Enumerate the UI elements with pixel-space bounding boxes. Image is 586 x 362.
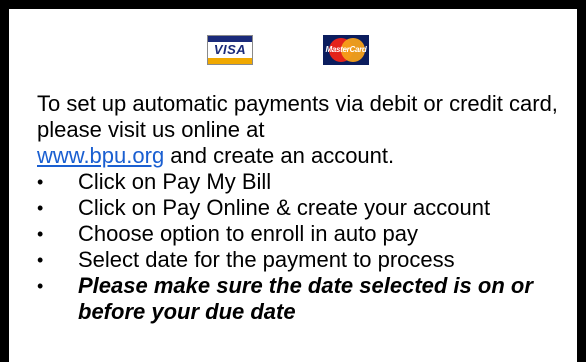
bullet-icon: •: [37, 276, 44, 296]
card-logos: VISA MasterCard: [199, 29, 399, 69]
step-text: Click on Pay Online & create your accoun…: [78, 195, 491, 220]
visa-logo: VISA: [207, 35, 253, 65]
steps-list: • Click on Pay My Bill • Click on Pay On…: [37, 169, 582, 325]
bullet-icon: •: [37, 198, 44, 218]
list-item: • Choose option to enroll in auto pay: [37, 221, 582, 247]
bpu-website-link[interactable]: www.bpu.org: [37, 143, 164, 168]
mastercard-logo: MasterCard: [323, 35, 369, 65]
bullet-icon: •: [37, 250, 44, 270]
due-date-warning: Please make sure the date selected is on…: [78, 273, 533, 324]
visa-bottom-band: [208, 58, 252, 64]
visa-logo-text: VISA: [213, 42, 247, 57]
step-text: Select date for the payment to process: [78, 247, 455, 272]
list-item: • Click on Pay My Bill: [37, 169, 582, 195]
list-item: • Select date for the payment to process: [37, 247, 582, 273]
notice-content: To set up automatic payments via debit o…: [37, 91, 582, 325]
step-text: Click on Pay My Bill: [78, 169, 272, 194]
intro-text: To set up automatic payments via debit o…: [37, 91, 558, 142]
step-text: Choose option to enroll in auto pay: [78, 221, 419, 246]
bullet-icon: •: [37, 224, 44, 244]
intro-text-end: and create an account.: [164, 143, 395, 168]
intro-paragraph: To set up automatic payments via debit o…: [37, 91, 582, 169]
list-item: • Please make sure the date selected is …: [37, 273, 582, 325]
notice-frame: VISA MasterCard To set up automatic paym…: [0, 0, 586, 362]
list-item: • Click on Pay Online & create your acco…: [37, 195, 582, 221]
bullet-icon: •: [37, 172, 44, 192]
mastercard-logo-text: MasterCard: [325, 45, 367, 54]
